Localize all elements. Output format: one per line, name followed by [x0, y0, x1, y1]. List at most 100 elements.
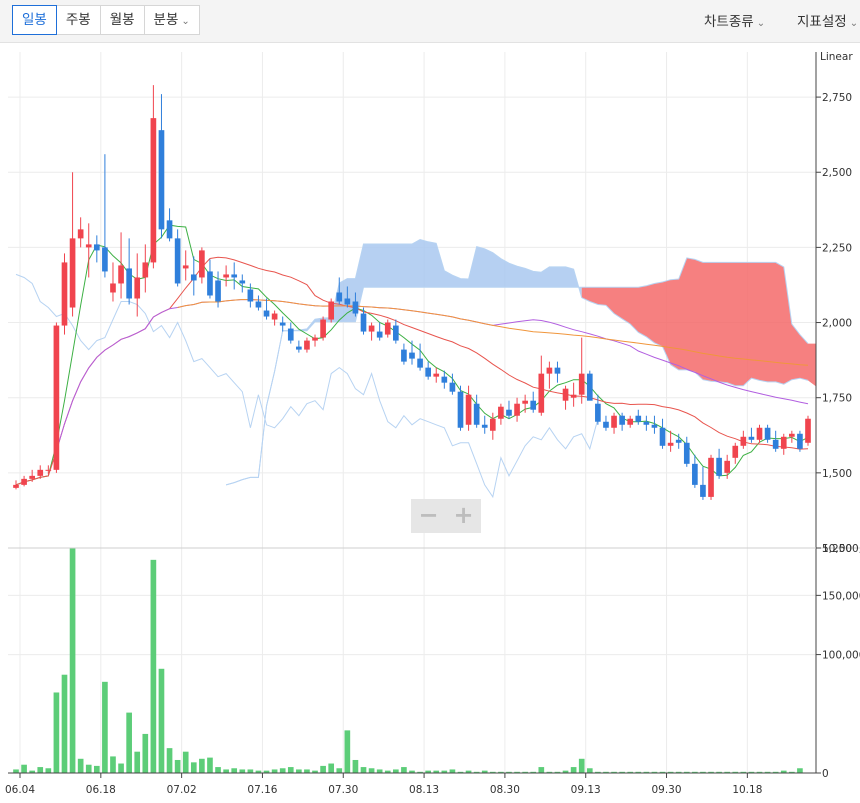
candle-body — [772, 439, 779, 449]
candle-body — [683, 442, 690, 464]
scale-label: Linear — [820, 51, 853, 63]
chikou-span-line — [15, 273, 599, 499]
volume-bar — [449, 769, 456, 773]
candle-body — [182, 265, 189, 269]
candle-body — [368, 325, 375, 332]
candle-body — [409, 352, 415, 359]
candle-body — [360, 313, 367, 332]
volume-bar — [134, 751, 141, 773]
indicator-settings-menu[interactable]: 지표설정 ⌄ — [797, 10, 858, 30]
volume-bar — [296, 769, 302, 773]
price-tick-label: 2,750 — [822, 92, 852, 104]
tab-minute-label: 분봉 — [153, 12, 179, 28]
volume-bar — [207, 757, 213, 773]
volume-bar — [401, 767, 407, 773]
tab-minute[interactable]: 분봉 ⌄ — [145, 6, 199, 34]
candle-body — [489, 418, 496, 431]
candle-body — [530, 400, 537, 410]
candle-body — [247, 289, 254, 302]
candle-body — [473, 403, 480, 425]
chevron-down-icon: ⌄ — [181, 16, 190, 27]
chart-toolbar: 일봉 주봉 월봉 분봉 ⌄ 차트종류 ⌄ 지표설정 ⌄ — [0, 0, 860, 43]
chevron-down-icon: ⌄ — [849, 18, 859, 29]
candle-body — [619, 415, 625, 425]
candle-body — [29, 475, 35, 479]
candle-body — [554, 367, 561, 374]
volume-bar — [182, 751, 189, 773]
candle-body — [215, 280, 221, 302]
volume-bar — [85, 764, 92, 773]
candle-body — [635, 415, 642, 422]
time-tick-label: 08.13 — [409, 784, 439, 796]
chart-type-menu[interactable]: 차트종류 ⌄ — [704, 10, 765, 30]
candle-body — [61, 262, 68, 326]
volume-bar — [247, 769, 254, 773]
candle-body — [287, 328, 294, 341]
price-tick-label: 1,750 — [822, 393, 852, 405]
volume-bar — [118, 763, 124, 773]
zoom-out-button[interactable]: − — [411, 499, 446, 533]
volume-bar — [538, 767, 545, 773]
candle-body — [336, 292, 343, 302]
zoom-in-button[interactable]: + — [446, 499, 481, 533]
tab-monthly[interactable]: 월봉 — [101, 6, 145, 34]
candle-body — [748, 436, 755, 440]
volume-bar — [166, 748, 173, 773]
volume-tick-label: 150,000, — [822, 590, 860, 602]
candle-body — [344, 298, 351, 305]
volume-bar — [150, 559, 157, 773]
candle-body — [134, 277, 141, 299]
candle-body — [562, 388, 569, 401]
volume-bar — [13, 769, 19, 773]
volume-bar — [69, 548, 76, 773]
volume-bar — [239, 769, 246, 773]
candle-body — [77, 229, 84, 239]
candle-body — [384, 322, 391, 335]
period-tabs: 일봉 주봉 월봉 분봉 ⌄ — [12, 5, 200, 35]
stock-chart[interactable]: Linear 2,7502,5002,2502,0001,7501,5001,2… — [0, 42, 860, 803]
chart-type-menu-label: 차트종류 — [704, 14, 754, 30]
candle-body — [603, 421, 609, 428]
candle-body — [85, 244, 92, 248]
candle-body — [481, 424, 488, 428]
volume-bar — [37, 767, 44, 773]
volume-bar — [21, 764, 27, 773]
candle-body — [239, 280, 246, 284]
volume-bar — [328, 763, 335, 773]
volume-bar — [142, 733, 149, 773]
volume-bars — [13, 548, 803, 773]
candle-body — [805, 418, 811, 443]
candle-body — [457, 391, 464, 428]
candle-body — [433, 373, 440, 377]
candle-body — [69, 238, 76, 308]
candle-body — [166, 220, 173, 239]
candle-body — [797, 433, 803, 449]
volume-bar — [360, 767, 367, 773]
volume-bar — [368, 768, 375, 773]
volume-tick-label: 50,000,0 — [822, 543, 860, 555]
candle-body — [393, 325, 399, 341]
candle-body — [352, 301, 359, 314]
candle-body — [595, 403, 601, 422]
candle-body — [586, 373, 593, 401]
candle-body — [255, 301, 262, 308]
candle-body — [449, 382, 456, 392]
candle-body — [659, 427, 666, 446]
candle-body — [376, 331, 383, 338]
candle-body — [304, 340, 310, 350]
time-tick-label: 10.18 — [732, 784, 762, 796]
time-tick-label: 06.04 — [5, 784, 35, 796]
candle-body — [425, 367, 431, 377]
grid — [8, 52, 816, 774]
candle-body — [296, 346, 302, 350]
candle-body — [546, 367, 553, 374]
candle-body — [417, 358, 423, 368]
candle-body — [522, 400, 528, 404]
candle-body — [190, 274, 197, 281]
volume-bar — [304, 769, 310, 773]
candle-body — [780, 436, 787, 449]
tab-weekly[interactable]: 주봉 — [57, 6, 101, 34]
volume-bar — [53, 692, 60, 773]
candle-body — [724, 460, 731, 473]
tab-daily[interactable]: 일봉 — [12, 5, 57, 35]
